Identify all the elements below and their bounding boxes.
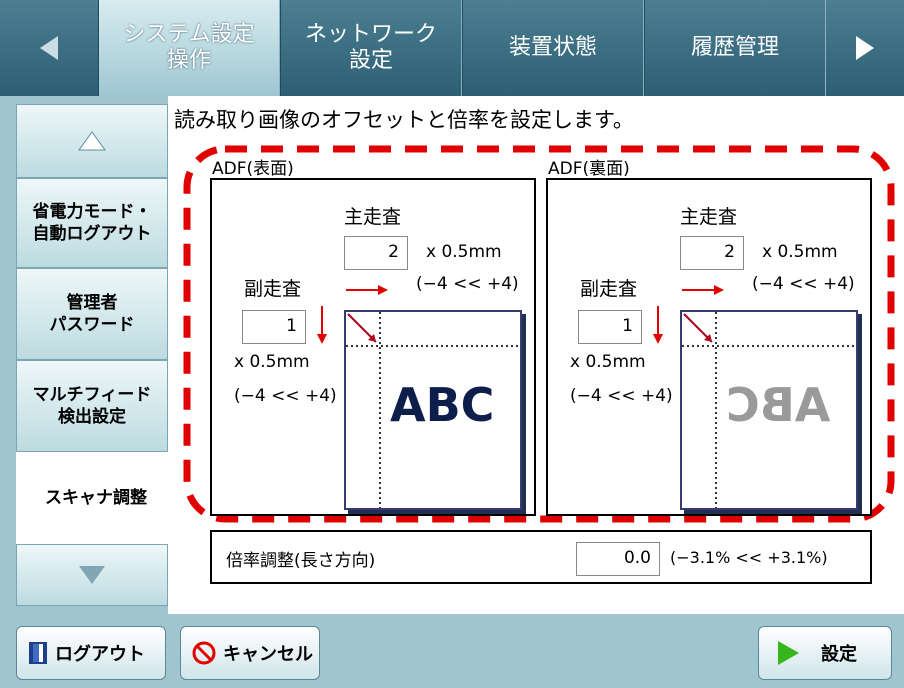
sidebar-item-scanner-adjust[interactable]: スキャナ調整 — [16, 452, 176, 544]
front-main-unit: x 0.5mm — [426, 242, 502, 262]
down-arrow-icon — [79, 566, 105, 584]
back-sub-scan-input[interactable]: 1 — [578, 310, 642, 344]
front-main-range: (−4 << +4) — [416, 274, 519, 294]
front-sample-paper: ABC — [344, 310, 522, 510]
scale-adjust-label: 倍率調整(長さ方向) — [226, 551, 376, 571]
scale-adjust-input[interactable]: 0.0 — [576, 542, 660, 576]
back-sub-scan-label: 副走査 — [580, 278, 638, 300]
sub-scan-arrow-icon — [653, 306, 663, 344]
front-sub-range: (−4 << +4) — [234, 386, 337, 406]
tab-next-button[interactable] — [826, 0, 904, 96]
back-panel: 主走査 2 x 0.5mm (−4 << +4) 副走査 1 x 0.5mm (… — [546, 178, 872, 516]
sidebar-scroll-down[interactable] — [16, 544, 168, 606]
back-sample-paper: ABC — [680, 310, 858, 510]
cancel-label: キャンセル — [223, 644, 313, 665]
main-scan-arrow-icon — [346, 285, 388, 295]
back-main-range: (−4 << +4) — [752, 274, 855, 294]
tab-device-status[interactable]: 装置状態 — [462, 0, 644, 96]
sidebar-item-power-saving[interactable]: 省電力モード・ 自動ログアウト — [16, 178, 168, 268]
back-sample-text: ABC — [726, 378, 831, 432]
front-sub-unit: x 0.5mm — [234, 352, 310, 372]
scale-adjust-row: 倍率調整(長さ方向) 0.0 (−3.1% << +3.1%) — [210, 530, 872, 584]
scale-adjust-range: (−3.1% << +3.1%) — [670, 548, 828, 567]
tab-history[interactable]: 履歴管理 — [644, 0, 826, 96]
tab-system-settings[interactable]: システム設定 操作 — [98, 0, 280, 96]
back-main-scan-label: 主走査 — [680, 206, 738, 228]
back-main-scan-input[interactable]: 2 — [680, 236, 744, 270]
front-panel: 主走査 2 x 0.5mm (−4 << +4) 副走査 1 x 0.5mm (… — [210, 178, 536, 516]
front-sub-scan-label: 副走査 — [244, 278, 302, 300]
tab-prev-button[interactable] — [0, 0, 98, 96]
front-main-scan-input[interactable]: 2 — [344, 236, 408, 270]
play-icon — [778, 641, 799, 665]
logout-button[interactable]: ログアウト — [16, 626, 166, 680]
sidebar-scroll-up[interactable] — [16, 104, 168, 178]
front-sample-text: ABC — [390, 378, 495, 432]
back-main-unit: x 0.5mm — [762, 242, 838, 262]
tab-network-settings[interactable]: ネットワーク 設定 — [280, 0, 462, 96]
sidebar-item-multifeed[interactable]: マルチフィード 検出設定 — [16, 360, 168, 452]
main-scan-arrow-icon — [682, 285, 724, 295]
front-main-scan-label: 主走査 — [344, 206, 402, 228]
top-tab-bar: システム設定 操作 ネットワーク 設定 装置状態 履歴管理 — [0, 0, 904, 96]
main-content: 読み取り画像のオフセットと倍率を設定します。 ADF(表面) 主走査 2 x 0… — [168, 96, 904, 614]
cancel-button[interactable]: キャンセル — [180, 626, 320, 680]
set-button[interactable]: 設定 — [758, 626, 892, 680]
page-description: 読み取り画像のオフセットと倍率を設定します。 — [174, 108, 634, 132]
logout-door-icon — [29, 642, 47, 664]
cancel-icon — [192, 641, 216, 665]
front-sub-scan-input[interactable]: 1 — [242, 310, 306, 344]
right-arrow-icon — [856, 36, 874, 60]
left-arrow-icon — [40, 36, 58, 60]
back-sub-range: (−4 << +4) — [570, 386, 673, 406]
front-panel-title: ADF(表面) — [212, 159, 294, 179]
sub-scan-arrow-icon — [317, 306, 327, 344]
sidebar: 省電力モード・ 自動ログアウト 管理者 パスワード マルチフィード 検出設定 スキャナ… — [0, 96, 176, 614]
sidebar-item-admin-password[interactable]: 管理者 パスワード — [16, 268, 168, 360]
back-sub-unit: x 0.5mm — [570, 352, 646, 372]
set-label: 設定 — [821, 644, 857, 665]
logout-label: ログアウト — [55, 644, 145, 665]
up-arrow-icon — [78, 131, 106, 151]
back-panel-title: ADF(裏面) — [548, 159, 630, 179]
